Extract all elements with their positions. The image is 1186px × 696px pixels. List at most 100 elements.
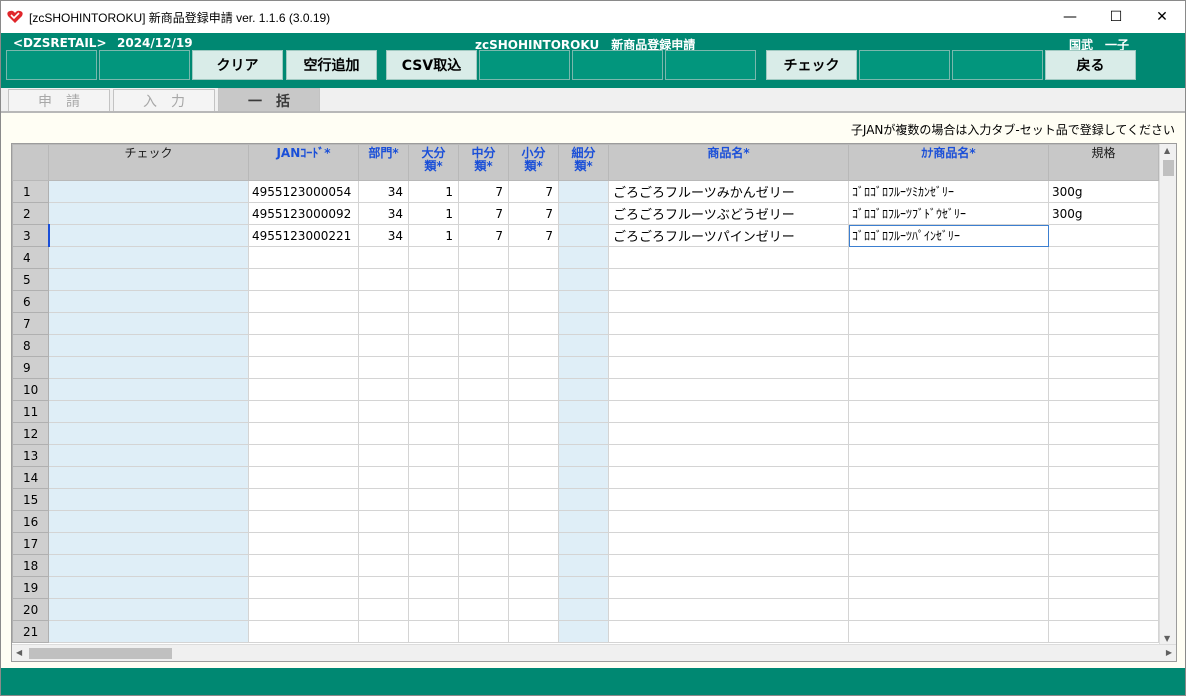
chu-cell[interactable] bbox=[458, 290, 509, 313]
bumon-cell[interactable] bbox=[358, 444, 409, 467]
kikaku-cell[interactable] bbox=[1048, 620, 1159, 643]
chu-cell[interactable] bbox=[458, 356, 509, 379]
bumon-cell[interactable] bbox=[358, 598, 409, 621]
jan-cell[interactable] bbox=[248, 466, 359, 489]
kana-cell[interactable] bbox=[848, 598, 1049, 621]
row-number[interactable]: 5 bbox=[12, 268, 49, 291]
row-number[interactable]: 19 bbox=[12, 576, 49, 599]
kikaku-cell[interactable]: 300g bbox=[1048, 202, 1159, 225]
jan-cell[interactable] bbox=[248, 554, 359, 577]
table-row[interactable]: 14 bbox=[12, 466, 1159, 489]
name-cell[interactable] bbox=[608, 444, 849, 467]
sho-cell[interactable] bbox=[508, 488, 559, 511]
tab-shinsei[interactable]: 申請 bbox=[8, 89, 110, 112]
chu-cell[interactable] bbox=[458, 268, 509, 291]
sai-cell[interactable] bbox=[558, 444, 609, 467]
table-row[interactable]: 11 bbox=[12, 400, 1159, 423]
sai-cell[interactable] bbox=[558, 290, 609, 313]
scroll-down-arrow-icon[interactable]: ▼ bbox=[1164, 634, 1170, 643]
bumon-cell[interactable] bbox=[358, 576, 409, 599]
table-row[interactable]: 9 bbox=[12, 356, 1159, 379]
row-number[interactable]: 16 bbox=[12, 510, 49, 533]
dai-cell[interactable] bbox=[408, 532, 459, 555]
table-row[interactable]: 4 bbox=[12, 246, 1159, 269]
chu-cell[interactable] bbox=[458, 510, 509, 533]
sho-cell[interactable] bbox=[508, 290, 559, 313]
chu-cell[interactable]: 7 bbox=[458, 202, 509, 225]
row-number[interactable]: 18 bbox=[12, 554, 49, 577]
table-row[interactable]: 19 bbox=[12, 576, 1159, 599]
sho-cell[interactable] bbox=[508, 598, 559, 621]
chu-cell[interactable] bbox=[458, 466, 509, 489]
table-row[interactable]: 20 bbox=[12, 598, 1159, 621]
sai-cell[interactable] bbox=[558, 334, 609, 357]
row-number[interactable]: 6 bbox=[12, 290, 49, 313]
back-button[interactable]: 戻る bbox=[1045, 50, 1136, 80]
col-bumon-header[interactable]: 部門* bbox=[358, 144, 409, 181]
jan-cell[interactable]: 4955123000092 bbox=[248, 202, 359, 225]
kana-cell[interactable] bbox=[848, 356, 1049, 379]
close-button[interactable]: ✕ bbox=[1139, 1, 1185, 33]
sho-cell[interactable]: 7 bbox=[508, 180, 559, 203]
jan-cell[interactable]: 4955123000221 bbox=[248, 224, 359, 247]
check-cell[interactable] bbox=[48, 400, 249, 423]
bumon-cell[interactable] bbox=[358, 334, 409, 357]
table-row[interactable]: 13 bbox=[12, 444, 1159, 467]
bumon-cell[interactable] bbox=[358, 554, 409, 577]
row-number[interactable]: 9 bbox=[12, 356, 49, 379]
jan-cell[interactable] bbox=[248, 290, 359, 313]
chu-cell[interactable] bbox=[458, 620, 509, 643]
row-number[interactable]: 21 bbox=[12, 620, 49, 643]
check-cell[interactable] bbox=[48, 532, 249, 555]
dai-cell[interactable]: 1 bbox=[408, 224, 459, 247]
kikaku-cell[interactable] bbox=[1048, 268, 1159, 291]
table-row[interactable]: 18 bbox=[12, 554, 1159, 577]
scroll-right-arrow-icon[interactable]: ▶ bbox=[1166, 648, 1172, 657]
dai-cell[interactable] bbox=[408, 378, 459, 401]
kana-cell[interactable] bbox=[848, 576, 1049, 599]
kana-cell[interactable] bbox=[848, 312, 1049, 335]
sai-cell[interactable] bbox=[558, 488, 609, 511]
maximize-button[interactable]: ☐ bbox=[1093, 1, 1139, 33]
check-cell[interactable] bbox=[48, 312, 249, 335]
sai-cell[interactable] bbox=[558, 554, 609, 577]
check-cell[interactable] bbox=[48, 378, 249, 401]
check-cell[interactable] bbox=[48, 334, 249, 357]
jan-cell[interactable] bbox=[248, 356, 359, 379]
row-number[interactable]: 7 bbox=[12, 312, 49, 335]
sai-cell[interactable] bbox=[558, 532, 609, 555]
row-number[interactable]: 2 bbox=[12, 202, 49, 225]
kana-cell[interactable] bbox=[848, 400, 1049, 423]
name-cell[interactable] bbox=[608, 356, 849, 379]
sho-cell[interactable] bbox=[508, 620, 559, 643]
name-cell[interactable]: ごろごろフルーツぶどうゼリー bbox=[608, 202, 849, 225]
jan-cell[interactable] bbox=[248, 312, 359, 335]
name-cell[interactable] bbox=[608, 246, 849, 269]
dai-cell[interactable] bbox=[408, 312, 459, 335]
kikaku-cell[interactable] bbox=[1048, 422, 1159, 445]
horizontal-scroll-thumb[interactable] bbox=[29, 648, 172, 659]
sho-cell[interactable] bbox=[508, 312, 559, 335]
name-cell[interactable] bbox=[608, 576, 849, 599]
sho-cell[interactable] bbox=[508, 422, 559, 445]
col-kikaku-header[interactable]: 規格 bbox=[1048, 144, 1159, 181]
sho-cell[interactable] bbox=[508, 444, 559, 467]
name-cell[interactable] bbox=[608, 400, 849, 423]
jan-cell[interactable] bbox=[248, 400, 359, 423]
dai-cell[interactable]: 1 bbox=[408, 180, 459, 203]
bumon-cell[interactable] bbox=[358, 268, 409, 291]
check-cell[interactable] bbox=[48, 246, 249, 269]
kana-cell[interactable] bbox=[848, 532, 1049, 555]
col-name-header[interactable]: 商品名* bbox=[608, 144, 849, 181]
kikaku-cell[interactable] bbox=[1048, 554, 1159, 577]
name-cell[interactable]: ごろごろフルーツみかんゼリー bbox=[608, 180, 849, 203]
chu-cell[interactable] bbox=[458, 444, 509, 467]
jan-cell[interactable] bbox=[248, 620, 359, 643]
kana-cell[interactable]: ｺﾞﾛｺﾞﾛﾌﾙｰﾂﾐｶﾝｾﾞﾘｰ bbox=[848, 180, 1049, 203]
product-grid[interactable]: チェック JANｺｰﾄﾞ* 部門* 大分類* 中分類* 小分類* 細分類* 商品… bbox=[11, 143, 1177, 662]
sho-cell[interactable] bbox=[508, 378, 559, 401]
horizontal-scrollbar[interactable]: ◀ ▶ bbox=[12, 644, 1176, 661]
kikaku-cell[interactable] bbox=[1048, 224, 1159, 247]
table-row[interactable]: 10 bbox=[12, 378, 1159, 401]
bumon-cell[interactable] bbox=[358, 312, 409, 335]
